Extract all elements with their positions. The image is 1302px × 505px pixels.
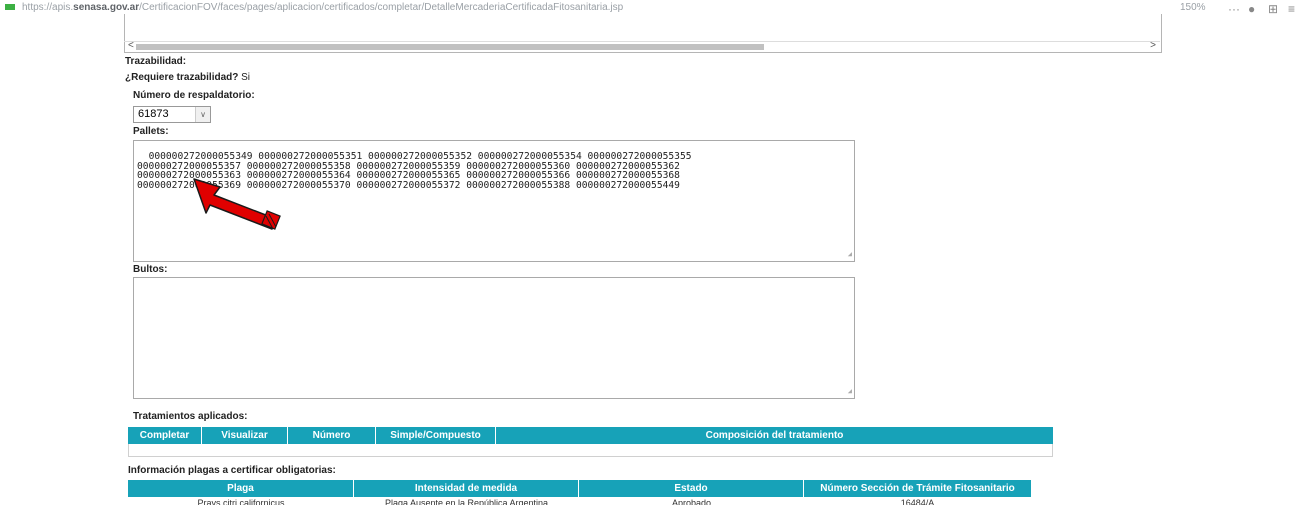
pocket-icon[interactable]: ●: [1248, 2, 1255, 16]
respaldatorio-label: Número de respaldatorio:: [133, 90, 255, 101]
numero-seccion-cell: 16484/A: [900, 498, 935, 505]
table-row: Prays citri californicus Plaga Ausente e…: [128, 497, 1031, 505]
col-completar[interactable]: Completar: [128, 427, 202, 444]
trazabilidad-heading: Trazabilidad:: [125, 56, 187, 67]
horizontal-scrollbar[interactable]: < >: [124, 40, 1160, 52]
secure-lock-icon: [5, 4, 15, 10]
resize-grip-icon[interactable]: ◢: [848, 250, 852, 259]
tratamientos-table-header: Completar Visualizar Número Simple/Compu…: [128, 427, 1053, 444]
page-actions-icon[interactable]: ···: [1228, 2, 1240, 16]
url-prefix: https://apis.: [22, 2, 74, 13]
requiere-trazabilidad-value: Si: [241, 72, 251, 83]
requiere-trazabilidad-row: ¿Requiere trazabilidad? Si: [125, 72, 250, 83]
scrollbar-thumb[interactable]: [136, 44, 764, 50]
resize-grip-icon[interactable]: ◢: [848, 387, 852, 396]
col-composicion[interactable]: Composición del tratamiento: [496, 427, 1053, 444]
col-visualizar[interactable]: Visualizar: [202, 427, 288, 444]
url-text[interactable]: https://apis.senasa.gov.ar/Certificacion…: [22, 2, 623, 13]
tratamientos-table-body: [128, 444, 1053, 457]
respaldatorio-value: 61873: [138, 108, 169, 120]
red-arrow-annotation: [193, 178, 281, 230]
tratamientos-heading: Tratamientos aplicados:: [133, 411, 248, 422]
estado-cell: Aprobado: [671, 498, 712, 505]
scroll-right-icon[interactable]: >: [1150, 40, 1156, 51]
bultos-textarea[interactable]: ◢: [133, 277, 855, 399]
url-path: /CertificacionFOV/faces/pages/aplicacion…: [139, 2, 624, 13]
respaldatorio-select[interactable]: 61873 ∨: [133, 106, 211, 123]
col-intensidad: Intensidad de medida: [354, 480, 579, 497]
col-numero-seccion: Número Sección de Trámite Fitosanitario: [820, 483, 1015, 494]
url-domain: senasa.gov.ar: [73, 2, 140, 13]
col-estado: Estado: [579, 480, 804, 497]
menu-icon[interactable]: ≡: [1288, 2, 1295, 16]
zoom-level[interactable]: 150%: [1180, 2, 1206, 13]
col-simple-compuesto[interactable]: Simple/Compuesto: [376, 427, 496, 444]
col-numero[interactable]: Número: [288, 427, 376, 444]
chevron-down-icon[interactable]: ∨: [195, 107, 210, 122]
pallets-label: Pallets:: [133, 126, 169, 137]
plagas-heading: Información plagas a certificar obligato…: [128, 465, 336, 476]
library-icon[interactable]: ⊞: [1268, 2, 1278, 16]
plaga-cell: Prays citri californicus: [197, 498, 285, 505]
plagas-table-header: Plaga Intensidad de medida Estado Número…: [128, 480, 1031, 497]
requiere-trazabilidad-label: ¿Requiere trazabilidad?: [125, 72, 239, 83]
col-plaga: Plaga: [128, 480, 354, 497]
intensidad-cell: Plaga Ausente en la República Argentina: [384, 498, 549, 505]
bultos-label: Bultos:: [133, 264, 168, 275]
scroll-left-icon[interactable]: <: [128, 40, 134, 51]
